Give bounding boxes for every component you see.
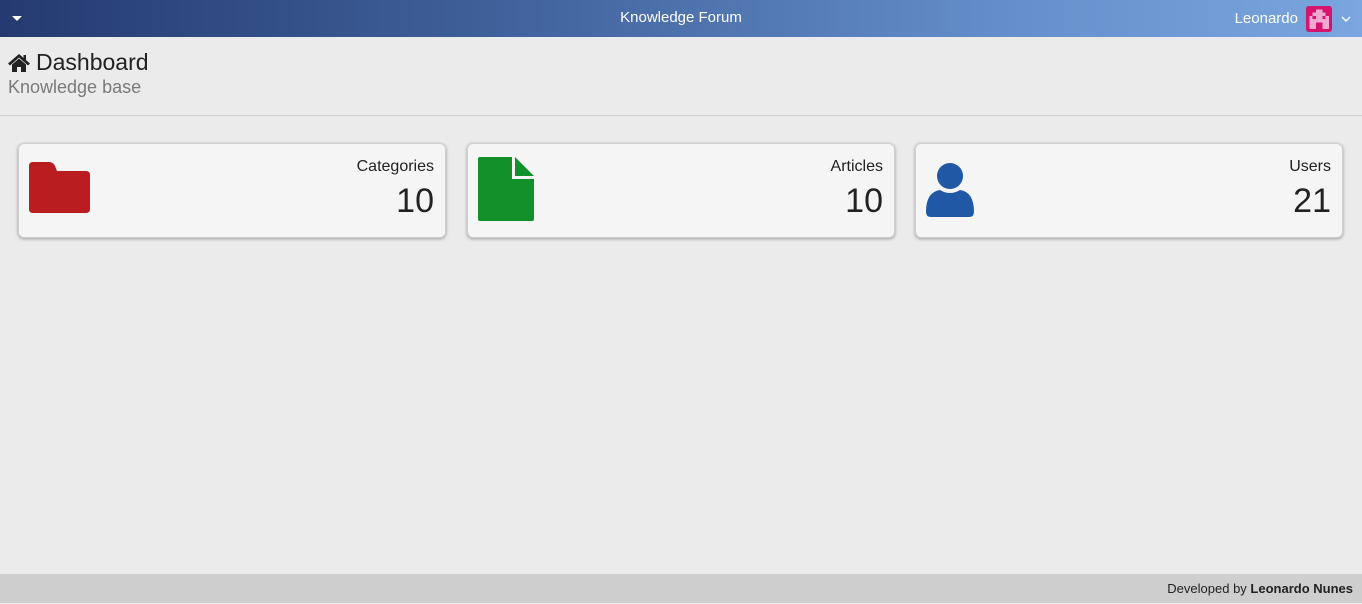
stat-card-articles: Articles 10	[467, 143, 895, 238]
chevron-down-icon	[1341, 16, 1351, 22]
menu-toggle-button[interactable]	[8, 10, 26, 26]
stat-label: Articles	[830, 158, 883, 175]
footer: Developed by Leonardo Nunes	[0, 574, 1362, 603]
page-header: Dashboard Knowledge base	[0, 37, 1362, 116]
stat-label: Users	[1289, 158, 1331, 175]
user-name: Leonardo	[1234, 10, 1298, 27]
stat-value: 10	[845, 182, 883, 220]
top-header: Knowledge Forum Leonardo	[0, 0, 1362, 37]
page-title-text: Dashboard	[36, 49, 149, 75]
folder-icon	[29, 162, 90, 213]
page-subtitle: Knowledge base	[8, 77, 142, 97]
home-icon	[8, 53, 30, 72]
stat-label: Categories	[356, 158, 434, 175]
footer-prefix: Developed by	[1167, 581, 1247, 596]
user-menu[interactable]: Leonardo	[1235, 0, 1352, 37]
file-icon	[478, 157, 534, 221]
user-icon	[926, 163, 974, 217]
app-title: Knowledge Forum	[620, 9, 742, 26]
stat-card-categories: Categories 10	[18, 143, 446, 238]
caret-down-icon	[12, 15, 22, 21]
avatar	[1306, 5, 1332, 32]
page-title: Dashboard	[8, 49, 149, 76]
stat-value: 10	[396, 182, 434, 220]
footer-author: Leonardo Nunes	[1250, 581, 1353, 596]
stat-card-users: Users 21	[915, 143, 1343, 238]
stat-value: 21	[1293, 182, 1331, 220]
